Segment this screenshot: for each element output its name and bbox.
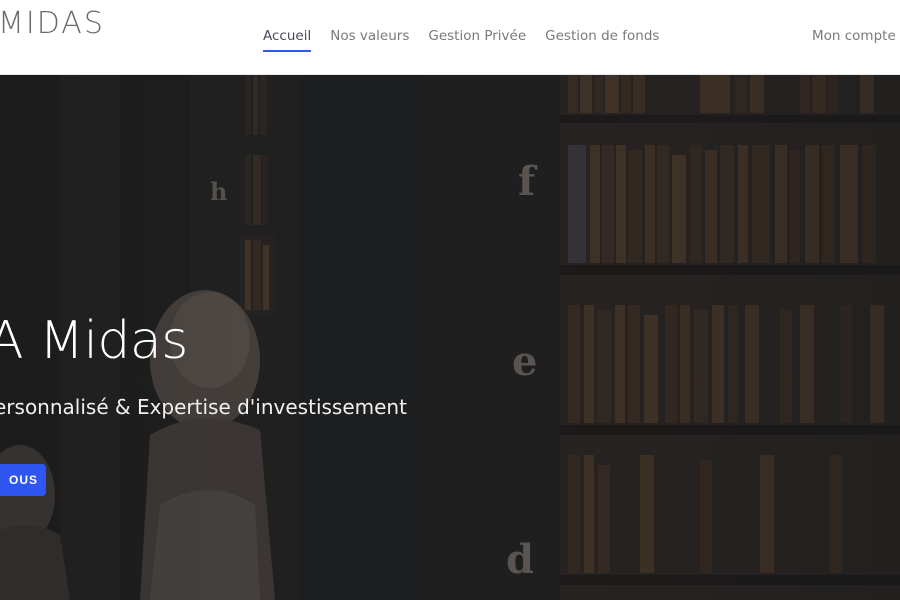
site-logo[interactable]: MIDAS (0, 4, 105, 44)
nav-item-gestion-privee[interactable]: Gestion Privée (428, 28, 526, 52)
main-nav: Accueil Nos valeurs Gestion Privée Gesti… (263, 28, 678, 52)
hero-cta-button[interactable]: OUS (0, 464, 46, 496)
nav-item-accueil[interactable]: Accueil (263, 28, 312, 52)
nav-item-nos-valeurs[interactable]: Nos valeurs (330, 28, 409, 52)
account-link[interactable]: Mon compte (812, 28, 896, 44)
hero-title: A Midas (0, 311, 188, 371)
hero-banner: h f e d A Midas ersonnalisé & Expertise … (0, 75, 900, 600)
site-header: MIDAS Accueil Nos valeurs Gestion Privée… (0, 0, 900, 75)
hero-subtitle: ersonnalisé & Expertise d'investissement (0, 395, 407, 419)
nav-item-gestion-de-fonds[interactable]: Gestion de fonds (545, 28, 659, 52)
